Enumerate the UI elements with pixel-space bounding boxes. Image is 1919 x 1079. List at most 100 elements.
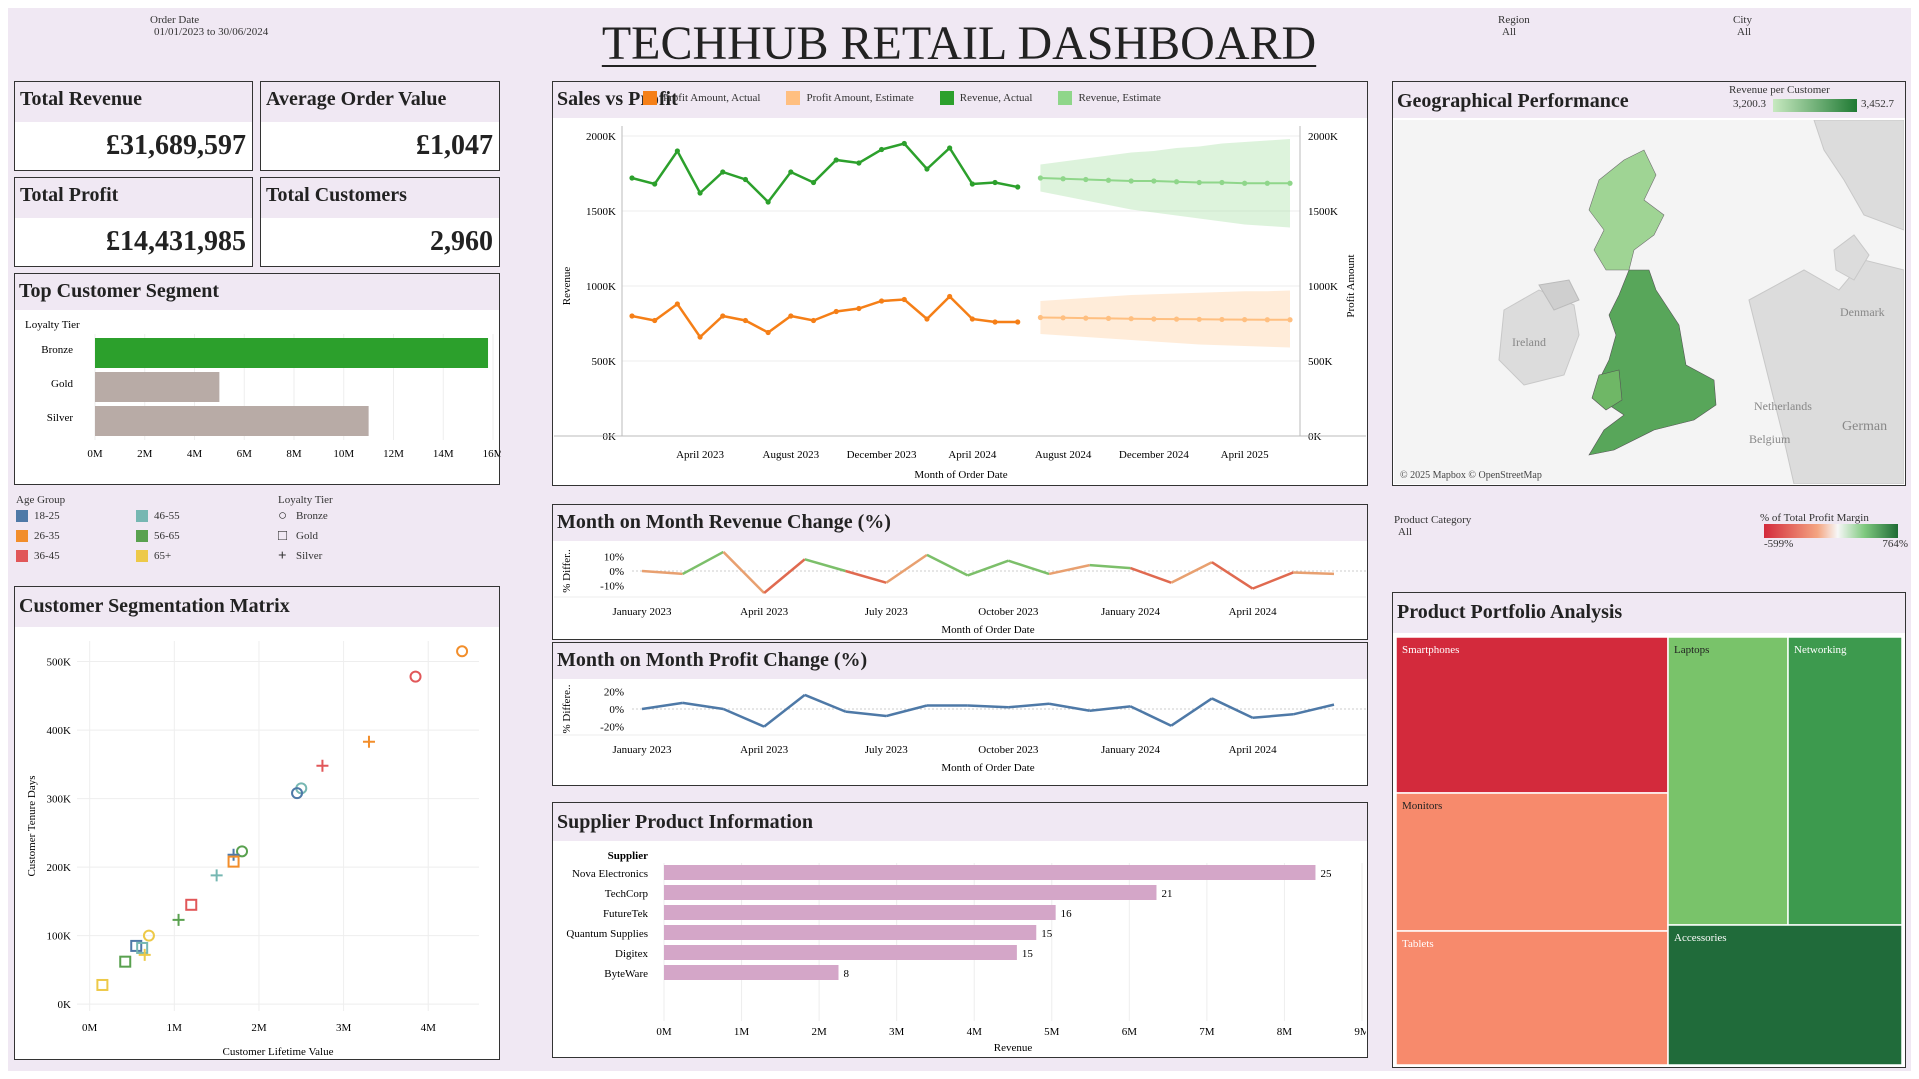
supplier-bar[interactable] (664, 965, 839, 980)
revenue-estimate-line-point[interactable] (1060, 176, 1066, 182)
age-legend-item[interactable]: 46-55 (136, 506, 256, 526)
mom-rev-line-segment[interactable] (1089, 563, 1131, 570)
revenue-actual-line-point[interactable] (742, 176, 749, 183)
profit-actual-line-point[interactable] (992, 319, 998, 325)
profit-estimate-line-point[interactable] (1173, 316, 1180, 322)
revenue-estimate-line-point[interactable] (1128, 178, 1134, 184)
mom-rev-line-segment[interactable] (722, 551, 766, 594)
profit-actual-line-point[interactable] (878, 298, 885, 304)
profit-actual-line-point[interactable] (810, 317, 817, 324)
revenue-estimate-line-point[interactable] (1264, 180, 1270, 186)
mom-rev-line-segment[interactable] (845, 569, 887, 584)
age-group-legend[interactable]: Age Group 18-25 46-55 26-35 56-65 36-45 65+ (16, 494, 266, 566)
revenue-actual-line-point[interactable] (697, 190, 703, 196)
profit-actual-line-point[interactable] (674, 301, 680, 307)
segment-bar[interactable] (95, 406, 369, 436)
mom-prof-line-segment[interactable] (641, 701, 683, 711)
revenue-estimate-line-point[interactable] (1173, 179, 1180, 185)
treemap-tile[interactable] (1787, 636, 1903, 926)
segment-bar[interactable] (95, 372, 220, 402)
age-legend-item[interactable]: 36-45 (16, 546, 136, 566)
tier-legend-item[interactable]: □ Gold (278, 526, 428, 546)
revenue-actual-line-point[interactable] (878, 146, 885, 153)
filter-region[interactable]: Region All (1498, 14, 1530, 38)
filter-order-date[interactable]: Order Date 01/01/2023 to 30/06/2024 (150, 14, 268, 38)
profit-actual-line-point[interactable] (629, 313, 635, 319)
revenue-actual-line-point[interactable] (629, 175, 635, 181)
profit-actual-line-point[interactable] (788, 313, 794, 319)
mom-rev-line-segment[interactable] (926, 553, 969, 577)
profit-actual-line-point[interactable] (969, 316, 975, 322)
supplier-bar[interactable] (664, 945, 1017, 960)
segment-bar[interactable] (95, 338, 489, 368)
mom-prof-line-segment[interactable] (1211, 697, 1254, 719)
profit-estimate-line-point[interactable] (1083, 315, 1089, 321)
revenue-actual-line-point[interactable] (833, 157, 839, 163)
loyalty-tier-legend[interactable]: Loyalty Tier ○ Bronze □ Gold + Silver (278, 494, 428, 566)
profit-actual-line-point[interactable] (742, 317, 749, 324)
mom-rev-line-segment[interactable] (1293, 571, 1335, 576)
treemap-tile[interactable] (1667, 924, 1903, 1066)
revenue-actual-line-point[interactable] (924, 166, 930, 172)
revenue-estimate-line-point[interactable] (1242, 180, 1248, 186)
mom-rev-line-segment[interactable] (967, 559, 1009, 577)
supplier-bar[interactable] (664, 905, 1056, 920)
sales-profit-legend-item[interactable]: Revenue, Actual (939, 88, 1032, 108)
profit-actual-line-point[interactable] (765, 329, 771, 336)
revenue-actual-line-point[interactable] (765, 199, 771, 205)
revenue-actual-line-point[interactable] (901, 140, 907, 147)
revenue-estimate-line-point[interactable] (1151, 178, 1157, 184)
revenue-actual-line-point[interactable] (992, 179, 998, 186)
profit-estimate-line-point[interactable] (1264, 317, 1270, 323)
mom-prof-line-segment[interactable] (1170, 697, 1213, 727)
sales-vs-profit-legend[interactable]: Profit Amount, Actual Profit Amount, Esti… (643, 88, 1161, 108)
revenue-actual-line-point[interactable] (810, 179, 817, 186)
mom-prof-line-segment[interactable] (1252, 713, 1294, 720)
profit-estimate-line-point[interactable] (1242, 317, 1248, 323)
tier-legend-item[interactable]: + Silver (278, 546, 428, 566)
mom-rev-line-segment[interactable] (1007, 559, 1050, 576)
revenue-estimate-line-point[interactable] (1105, 177, 1112, 183)
mom-prof-line-segment[interactable] (845, 710, 887, 718)
profit-estimate-line-point[interactable] (1060, 315, 1066, 321)
profit-estimate-line-point[interactable] (1196, 316, 1202, 322)
profit-estimate-line-point[interactable] (1151, 316, 1157, 322)
mom-rev-line-segment[interactable] (804, 558, 846, 573)
profit-actual-line-point[interactable] (1015, 319, 1021, 325)
revenue-estimate-line-point[interactable] (1196, 179, 1202, 186)
treemap-tile[interactable] (1395, 636, 1669, 794)
profit-estimate-line-point[interactable] (1128, 316, 1134, 322)
product-portfolio-treemap[interactable]: Smartphones Monitors Tablets Laptops Network… (1394, 635, 1904, 1067)
revenue-estimate-line-point[interactable] (1287, 180, 1293, 186)
mom-prof-line-segment[interactable] (885, 704, 928, 718)
profit-actual-line-point[interactable] (947, 293, 953, 300)
mom-rev-line-segment[interactable] (1252, 571, 1294, 590)
profit-actual-line-point[interactable] (697, 334, 703, 340)
profit-estimate-line-point[interactable] (1105, 315, 1112, 321)
filter-city[interactable]: City All (1733, 14, 1752, 38)
mom-prof-line-segment[interactable] (682, 701, 724, 711)
supplier-bar[interactable] (664, 885, 1157, 900)
profit-estimate-line-point[interactable] (1037, 314, 1044, 321)
supplier-bar[interactable] (664, 865, 1316, 880)
profit-estimate-line-point[interactable] (1219, 316, 1225, 323)
uk-map[interactable]: Ireland Netherlands Belgium Denmark Germ… (1394, 120, 1904, 484)
sales-profit-legend-item[interactable]: Profit Amount, Estimate (786, 88, 914, 108)
mom-prof-line-segment[interactable] (1293, 703, 1335, 716)
mom-prof-line-segment[interactable] (722, 707, 765, 728)
mom-prof-line-segment[interactable] (967, 704, 1009, 709)
revenue-actual-line-point[interactable] (788, 169, 794, 175)
age-legend-item[interactable]: 56-65 (136, 526, 256, 546)
age-legend-item[interactable]: 26-35 (16, 526, 136, 546)
mom-rev-line-segment[interactable] (1170, 561, 1213, 584)
revenue-estimate-line-point[interactable] (1083, 176, 1089, 183)
revenue-actual-line-point[interactable] (674, 148, 680, 154)
treemap-tile[interactable] (1395, 930, 1669, 1066)
revenue-estimate-line-point[interactable] (1219, 179, 1225, 186)
profit-actual-line-point[interactable] (924, 316, 930, 322)
profit-actual-line-point[interactable] (901, 296, 907, 303)
tier-legend-item[interactable]: ○ Bronze (278, 506, 428, 526)
profit-actual-line-point[interactable] (720, 313, 726, 319)
mom-rev-line-segment[interactable] (1130, 566, 1172, 584)
mom-prof-line-segment[interactable] (763, 693, 806, 728)
